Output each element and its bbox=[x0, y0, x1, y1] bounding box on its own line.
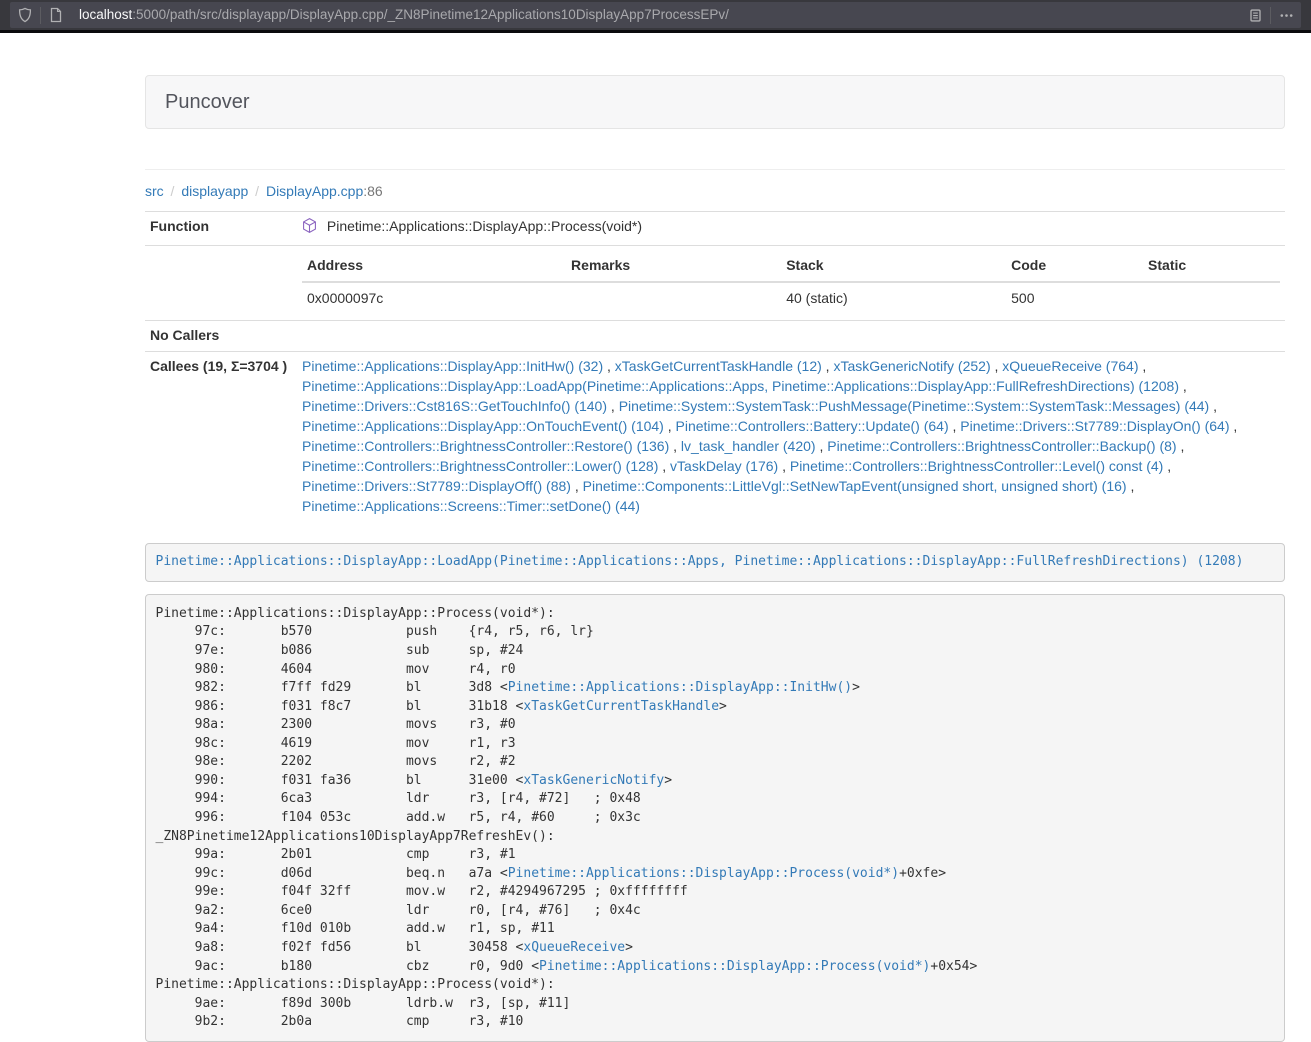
url-bar[interactable]: localhost:5000/path/src/displayapp/Displ… bbox=[10, 2, 1301, 28]
callee-link[interactable]: Pinetime::Drivers::St7789::DisplayOn() (… bbox=[960, 418, 1229, 434]
callee-link[interactable]: Pinetime::Controllers::BrightnessControl… bbox=[827, 438, 1176, 454]
url-host: localhost bbox=[79, 7, 132, 22]
function-name: Pinetime::Applications::DisplayApp::Proc… bbox=[327, 218, 642, 234]
column-header: Code bbox=[1006, 251, 1143, 282]
callee-link[interactable]: Pinetime::Applications::Screens::Timer::… bbox=[302, 498, 640, 514]
tracking-protection-shield-icon[interactable] bbox=[10, 2, 40, 28]
callee-link[interactable]: Pinetime::Applications::DisplayApp::Init… bbox=[302, 358, 603, 374]
function-row: Function Pinetime::Applications::Display… bbox=[145, 211, 1285, 245]
page-actions-menu-icon[interactable] bbox=[1271, 2, 1301, 28]
breadcrumb-link[interactable]: displayapp bbox=[181, 183, 248, 199]
callee-link[interactable]: Pinetime::Controllers::BrightnessControl… bbox=[302, 458, 658, 474]
breadcrumb: src / displayapp / DisplayApp.cpp:86 bbox=[145, 182, 1285, 202]
breadcrumb-separator: / bbox=[164, 183, 182, 199]
metric-value: 0x0000097c bbox=[302, 282, 566, 315]
breadcrumb-link[interactable]: src bbox=[145, 183, 164, 199]
highlighted-symbol-link[interactable]: Pinetime::Applications::DisplayApp::Load… bbox=[156, 554, 1244, 569]
callee-link[interactable]: xTaskGetCurrentTaskHandle (12) bbox=[615, 358, 822, 374]
callee-link[interactable]: Pinetime::Controllers::BrightnessControl… bbox=[790, 458, 1163, 474]
asm-symbol-link[interactable]: Pinetime::Applications::DisplayApp::Proc… bbox=[539, 959, 930, 974]
callee-link[interactable]: Pinetime::Applications::DisplayApp::OnTo… bbox=[302, 418, 664, 434]
column-header: Stack bbox=[781, 251, 1006, 282]
callee-link[interactable]: Pinetime::System::SystemTask::PushMessag… bbox=[619, 398, 1210, 414]
column-header: Static bbox=[1143, 251, 1280, 282]
metrics-table: AddressRemarksStackCodeStatic 0x0000097c… bbox=[302, 251, 1280, 315]
callees-row: Callees (19, Σ=3704 ) Pinetime::Applicat… bbox=[145, 351, 1285, 521]
page-info-icon[interactable] bbox=[41, 2, 71, 28]
metrics-row: AddressRemarksStackCodeStatic 0x0000097c… bbox=[145, 245, 1285, 320]
callees-label: Callees (19, Σ=3704 ) bbox=[145, 351, 297, 521]
callee-link[interactable]: Pinetime::Applications::DisplayApp::Load… bbox=[302, 378, 1179, 394]
app-header-panel: Puncover bbox=[145, 75, 1285, 129]
callee-link[interactable]: xTaskGenericNotify (252) bbox=[833, 358, 990, 374]
callee-link[interactable]: vTaskDelay (176) bbox=[670, 458, 778, 474]
url-path: :5000/path/src/displayapp/DisplayApp.cpp… bbox=[132, 7, 729, 22]
metrics-cell: AddressRemarksStackCodeStatic 0x0000097c… bbox=[297, 245, 1285, 320]
browser-toolbar: localhost:5000/path/src/displayapp/Displ… bbox=[0, 0, 1311, 33]
function-name-cell: Pinetime::Applications::DisplayApp::Proc… bbox=[297, 211, 1285, 245]
column-header: Address bbox=[302, 251, 566, 282]
column-header: Remarks bbox=[566, 251, 781, 282]
breadcrumb-line-number: :86 bbox=[363, 183, 382, 199]
symbol-cube-icon bbox=[302, 221, 321, 237]
metrics-value-row: 0x0000097c 40 (static)500 bbox=[302, 282, 1280, 315]
asm-symbol-link[interactable]: xQueueReceive bbox=[523, 940, 625, 955]
breadcrumb-link[interactable]: DisplayApp.cpp bbox=[266, 183, 363, 199]
divider bbox=[145, 169, 1285, 170]
breadcrumb-separator: / bbox=[248, 183, 266, 199]
function-row-label: Function bbox=[145, 211, 297, 245]
callers-cell bbox=[297, 320, 1285, 351]
asm-symbol-link[interactable]: Pinetime::Applications::DisplayApp::Proc… bbox=[508, 866, 899, 881]
callee-link[interactable]: Pinetime::Controllers::Battery::Update()… bbox=[676, 418, 949, 434]
metric-value bbox=[566, 282, 781, 315]
callee-link[interactable]: Pinetime::Components::LittleVgl::SetNewT… bbox=[583, 478, 1127, 494]
metric-value bbox=[1143, 282, 1280, 315]
callee-link[interactable]: Pinetime::Drivers::St7789::DisplayOff() … bbox=[302, 478, 571, 494]
callers-row: No Callers bbox=[145, 320, 1285, 351]
metrics-header-row: AddressRemarksStackCodeStatic bbox=[302, 251, 1280, 282]
callee-link[interactable]: xQueueReceive (764) bbox=[1002, 358, 1138, 374]
puncover-page: Puncover src / displayapp / DisplayApp.c… bbox=[145, 33, 1285, 1042]
metric-value: 500 bbox=[1006, 282, 1143, 315]
url-text[interactable]: localhost:5000/path/src/displayapp/Displ… bbox=[71, 5, 1240, 24]
asm-symbol-link[interactable]: xTaskGetCurrentTaskHandle bbox=[523, 699, 719, 714]
callee-link[interactable]: lv_task_handler (420) bbox=[681, 438, 816, 454]
metrics-row-spacer bbox=[145, 245, 297, 320]
page-title: Puncover bbox=[165, 91, 250, 113]
function-table: Function Pinetime::Applications::Display… bbox=[145, 211, 1285, 522]
callee-link[interactable]: Pinetime::Controllers::BrightnessControl… bbox=[302, 438, 669, 454]
no-callers-label: No Callers bbox=[145, 320, 297, 351]
callees-list: Pinetime::Applications::DisplayApp::Init… bbox=[297, 351, 1285, 521]
metric-value: 40 (static) bbox=[781, 282, 1006, 315]
assembly-code: Pinetime::Applications::DisplayApp::Proc… bbox=[145, 594, 1285, 1042]
callee-link[interactable]: Pinetime::Drivers::Cst816S::GetTouchInfo… bbox=[302, 398, 607, 414]
asm-symbol-link[interactable]: xTaskGenericNotify bbox=[523, 773, 664, 788]
reader-mode-icon[interactable] bbox=[1240, 2, 1270, 28]
asm-symbol-link[interactable]: Pinetime::Applications::DisplayApp::Init… bbox=[508, 680, 852, 695]
highlighted-symbol-box: Pinetime::Applications::DisplayApp::Load… bbox=[145, 543, 1285, 583]
